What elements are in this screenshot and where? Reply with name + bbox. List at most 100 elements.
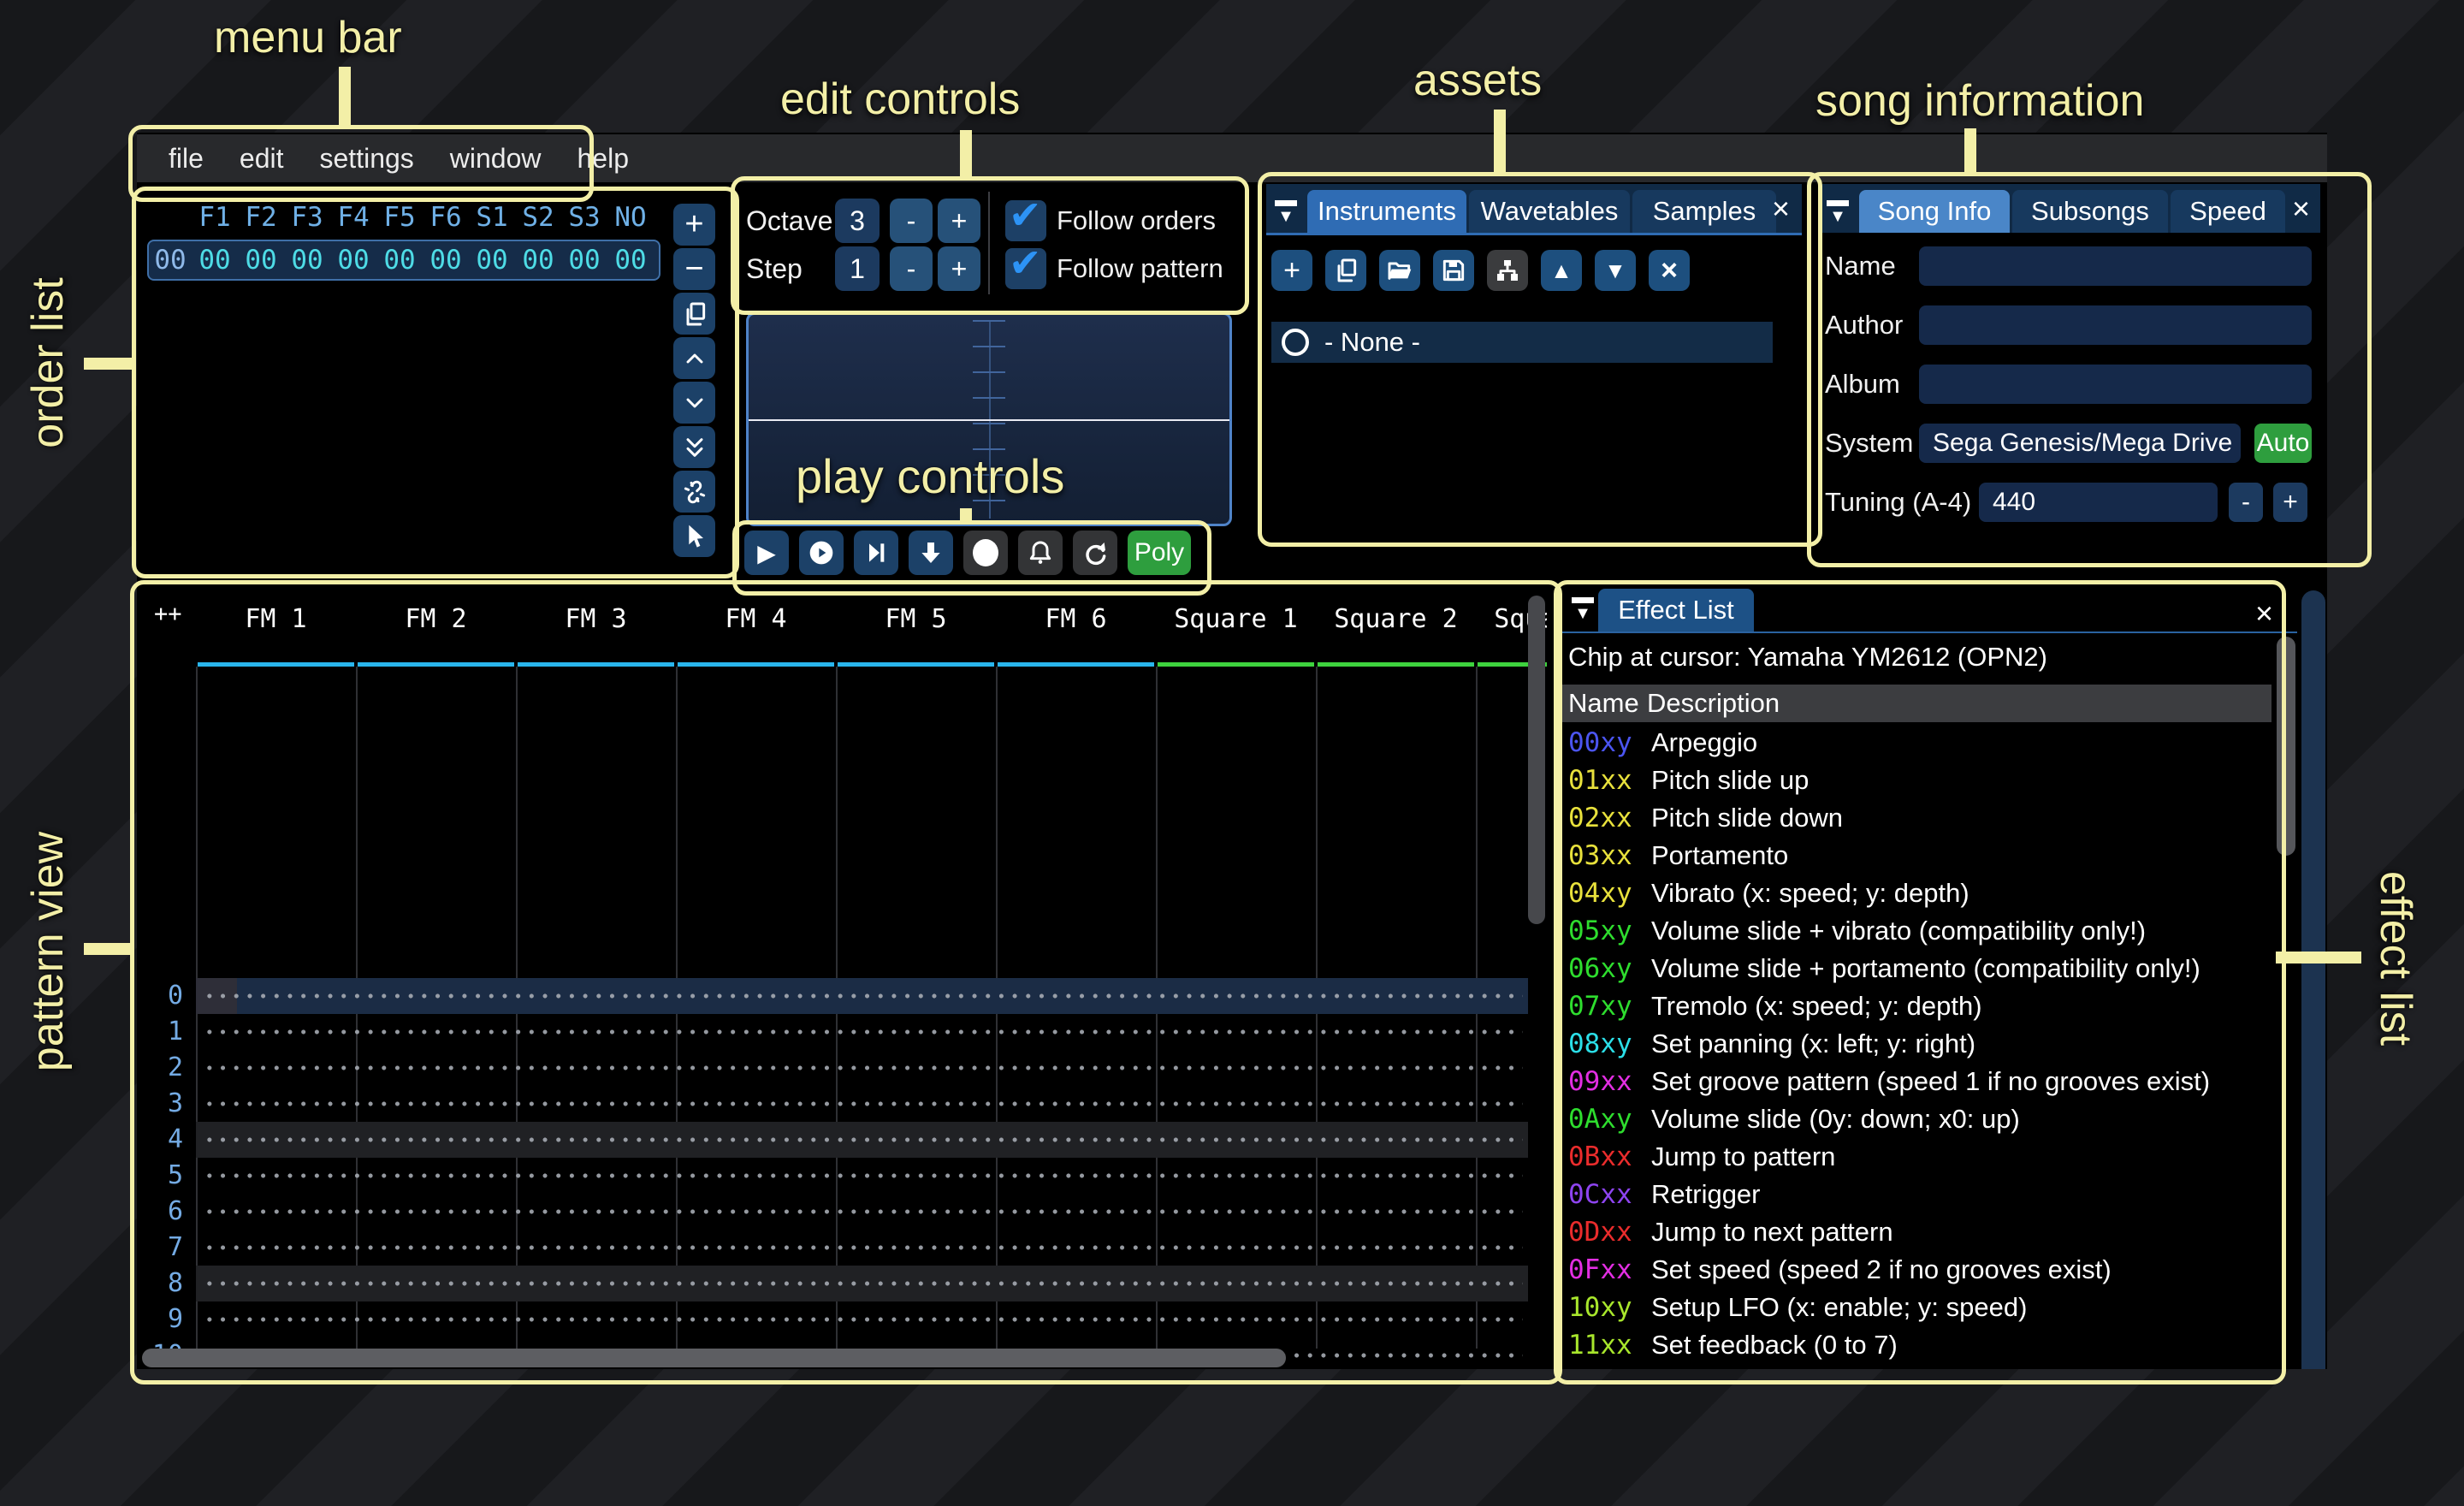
channel-volume-bar[interactable] bbox=[518, 662, 674, 667]
order-cell[interactable]: 00 bbox=[192, 245, 238, 276]
remove-order-button[interactable]: − bbox=[673, 248, 715, 290]
effect-list-scrollbar[interactable] bbox=[2277, 637, 2295, 856]
pattern-row-cells[interactable] bbox=[203, 1194, 1523, 1230]
order-cell[interactable]: 00 bbox=[515, 245, 561, 276]
order-cell[interactable]: 00 bbox=[607, 245, 654, 276]
song-album-input[interactable] bbox=[1919, 365, 2312, 404]
order-cell[interactable]: 00 bbox=[469, 245, 515, 276]
octave-increase-button[interactable]: + bbox=[938, 199, 980, 243]
play-from-cursor-button[interactable] bbox=[909, 531, 953, 575]
follow-orders-checkbox[interactable]: ✔ bbox=[1005, 193, 1046, 241]
order-edit-mode-button[interactable] bbox=[673, 515, 715, 557]
tab-effect-list[interactable]: Effect List bbox=[1598, 589, 1754, 631]
channel-header[interactable]: Square 1 bbox=[1156, 604, 1316, 634]
pattern-vertical-scrollbar[interactable] bbox=[1528, 596, 1545, 924]
effect-row[interactable]: 08xy Set panning (x: left; y: right) bbox=[1561, 1025, 2272, 1063]
menu-file[interactable]: file bbox=[151, 143, 222, 175]
channel-volume-bar[interactable] bbox=[998, 662, 1154, 667]
move-asset-down-button[interactable]: ▼ bbox=[1595, 250, 1636, 291]
tab-subsongs[interactable]: Subsongs bbox=[2012, 190, 2168, 233]
duplicate-order-button[interactable] bbox=[673, 293, 715, 335]
window-menu-icon[interactable]: ▼ bbox=[1273, 200, 1299, 225]
channel-header[interactable]: FM 4 bbox=[676, 604, 836, 634]
delete-asset-button[interactable]: × bbox=[1649, 250, 1690, 291]
tab-song-info[interactable]: Song Info bbox=[1859, 190, 2010, 233]
tab-wavetables[interactable]: Wavetables bbox=[1469, 190, 1630, 233]
pattern-row-cells[interactable] bbox=[203, 1301, 1523, 1337]
pattern-row-cells[interactable] bbox=[203, 1014, 1523, 1050]
repeat-pattern-button[interactable] bbox=[1073, 531, 1117, 575]
poly-mode-button[interactable]: Poly bbox=[1128, 531, 1191, 575]
pattern-row-cells[interactable] bbox=[203, 1050, 1523, 1086]
order-cell[interactable]: 00 bbox=[238, 245, 284, 276]
effect-row[interactable]: 01xx Pitch slide up bbox=[1561, 762, 2272, 799]
channel-header[interactable]: FM 1 bbox=[196, 604, 356, 634]
instrument-list-item-none[interactable]: - None - bbox=[1271, 322, 1773, 363]
effect-row[interactable]: 07xy Tremolo (x: speed; y: depth) bbox=[1561, 987, 2272, 1025]
save-instrument-button[interactable] bbox=[1433, 250, 1474, 291]
order-cell[interactable]: 00 bbox=[330, 245, 376, 276]
effect-row[interactable]: 03xx Portamento bbox=[1561, 837, 2272, 875]
channel-header[interactable]: FM 3 bbox=[516, 604, 676, 634]
effect-row[interactable]: 06xy Volume slide + portamento (compatibi… bbox=[1561, 950, 2272, 987]
follow-pattern-checkbox[interactable]: ✔ bbox=[1005, 240, 1046, 289]
duplicate-order-end-button[interactable] bbox=[673, 426, 715, 468]
channel-volume-bar[interactable] bbox=[358, 662, 514, 667]
pattern-row-cells[interactable] bbox=[203, 978, 1523, 1014]
pattern-horizontal-scrollbar[interactable] bbox=[142, 1349, 1286, 1367]
move-order-up-button[interactable] bbox=[673, 337, 715, 379]
expand-channels-button[interactable]: ++ bbox=[154, 601, 182, 627]
menu-window[interactable]: window bbox=[432, 143, 560, 175]
tuning-decrease-button[interactable]: - bbox=[2229, 483, 2263, 522]
order-cell[interactable]: 00 bbox=[561, 245, 607, 276]
close-icon[interactable]: × bbox=[2255, 596, 2273, 631]
menu-edit[interactable]: edit bbox=[222, 143, 302, 175]
channel-header[interactable]: FM 6 bbox=[996, 604, 1156, 634]
open-instrument-button[interactable] bbox=[1379, 250, 1420, 291]
channel-volume-bar[interactable] bbox=[1318, 662, 1474, 667]
menu-settings[interactable]: settings bbox=[302, 143, 432, 175]
step-row-button[interactable] bbox=[854, 531, 898, 575]
close-icon[interactable]: × bbox=[1772, 191, 1790, 227]
close-icon[interactable]: × bbox=[2292, 191, 2310, 227]
effect-row[interactable]: 0Bxx Jump to pattern bbox=[1561, 1138, 2272, 1176]
toggle-folders-button[interactable] bbox=[1487, 250, 1528, 291]
effect-row[interactable]: 00xy Arpeggio bbox=[1561, 724, 2272, 762]
effect-table-header[interactable]: Name Description bbox=[1561, 685, 2272, 722]
step-increase-button[interactable]: + bbox=[938, 246, 980, 291]
step-value[interactable]: 1 bbox=[835, 246, 880, 291]
order-cell[interactable]: 00 bbox=[284, 245, 330, 276]
effect-row[interactable]: 0Dxx Jump to next pattern bbox=[1561, 1213, 2272, 1251]
add-order-button[interactable]: + bbox=[673, 204, 715, 246]
step-decrease-button[interactable]: - bbox=[890, 246, 933, 291]
effect-row[interactable]: 11xx Set feedback (0 to 7) bbox=[1561, 1326, 2272, 1364]
effect-row[interactable]: 10xy Setup LFO (x: enable; y: speed) bbox=[1561, 1289, 2272, 1326]
record-button[interactable] bbox=[963, 531, 1008, 575]
pattern-row-cells[interactable] bbox=[203, 1086, 1523, 1122]
effect-row[interactable]: 0Axy Volume slide (0y: down; x0: up) bbox=[1561, 1100, 2272, 1138]
tab-samples[interactable]: Samples bbox=[1632, 190, 1776, 233]
pattern-row-cells[interactable] bbox=[203, 1158, 1523, 1194]
tuning-increase-button[interactable]: + bbox=[2273, 483, 2307, 522]
octave-decrease-button[interactable]: - bbox=[890, 199, 933, 243]
window-menu-icon[interactable]: ▼ bbox=[1825, 200, 1851, 225]
system-select[interactable]: Sega Genesis/Mega Drive bbox=[1919, 424, 2241, 463]
channel-header[interactable]: FM 5 bbox=[836, 604, 996, 634]
play-pattern-button[interactable] bbox=[799, 531, 844, 575]
effect-row[interactable]: 02xx Pitch slide down bbox=[1561, 799, 2272, 837]
tab-instruments[interactable]: Instruments bbox=[1307, 190, 1466, 233]
effect-row[interactable]: 0Fxx Set speed (speed 2 if no grooves exi… bbox=[1561, 1251, 2272, 1289]
move-order-down-button[interactable] bbox=[673, 382, 715, 424]
channel-header[interactable]: Square 2 bbox=[1316, 604, 1476, 634]
effect-row[interactable]: 04xy Vibrato (x: speed; y: depth) bbox=[1561, 875, 2272, 912]
song-name-input[interactable] bbox=[1919, 246, 2312, 286]
effect-row[interactable]: 05xy Volume slide + vibrato (compatibilit… bbox=[1561, 912, 2272, 950]
channel-volume-bar[interactable] bbox=[1158, 662, 1314, 667]
metronome-button[interactable] bbox=[1018, 531, 1063, 575]
channel-volume-bar[interactable] bbox=[198, 662, 354, 667]
song-author-input[interactable] bbox=[1919, 305, 2312, 345]
tab-speed[interactable]: Speed bbox=[2171, 190, 2285, 233]
add-instrument-button[interactable]: + bbox=[1271, 250, 1312, 291]
order-cell[interactable]: 00 bbox=[376, 245, 423, 276]
move-asset-up-button[interactable]: ▲ bbox=[1541, 250, 1582, 291]
